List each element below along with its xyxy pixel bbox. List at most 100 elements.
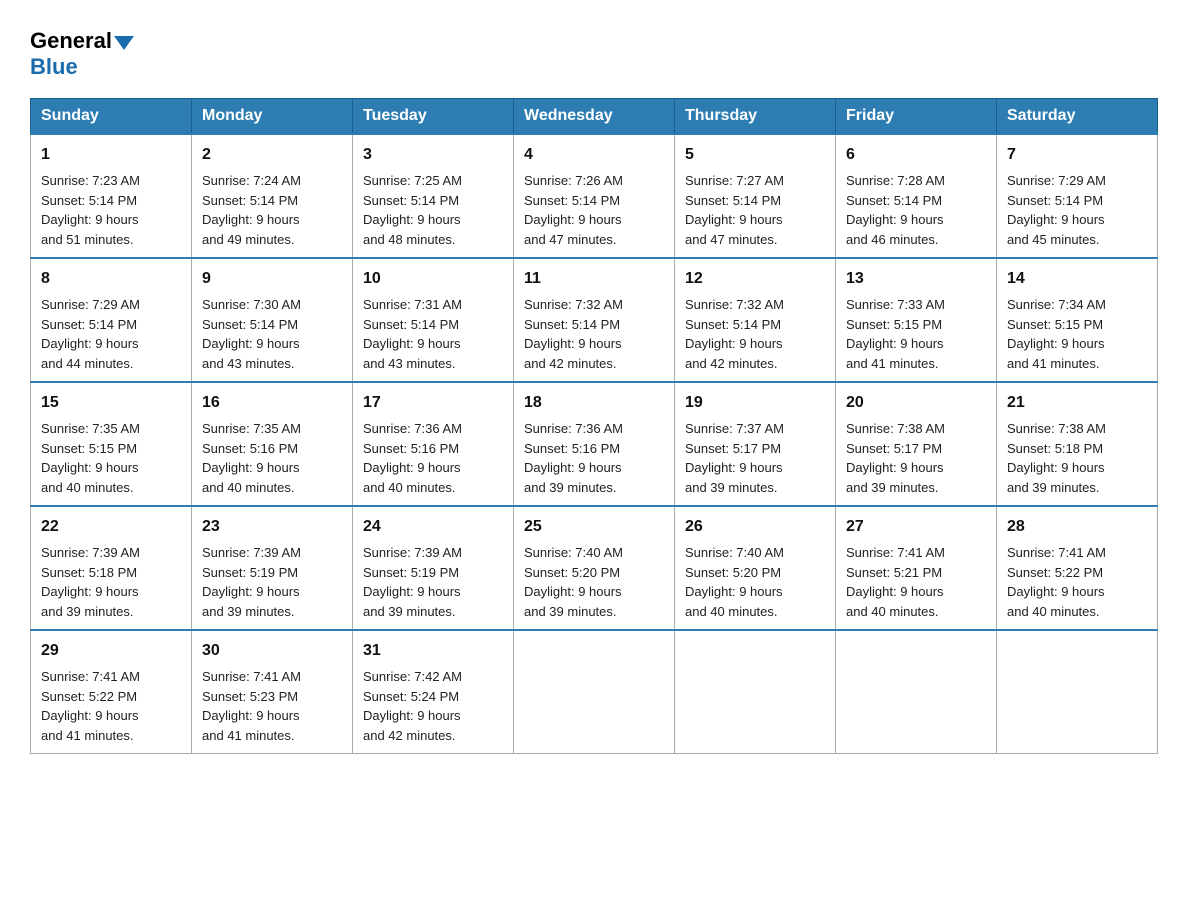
calendar-cell: 9 Sunrise: 7:30 AMSunset: 5:14 PMDaylight…: [192, 258, 353, 382]
logo-blue-text: Blue: [30, 54, 78, 80]
day-info: Sunrise: 7:28 AMSunset: 5:14 PMDaylight:…: [846, 171, 986, 249]
day-number: 3: [363, 143, 503, 167]
calendar-cell: 2Sunrise: 7:24 AMSunset: 5:14 PMDaylight…: [192, 134, 353, 258]
day-number: 11: [524, 267, 664, 291]
day-info: Sunrise: 7:34 AMSunset: 5:15 PMDaylight:…: [1007, 295, 1147, 373]
day-number: 8: [41, 267, 181, 291]
day-info: Sunrise: 7:36 AMSunset: 5:16 PMDaylight:…: [524, 419, 664, 497]
calendar-cell: [675, 630, 836, 754]
day-info: Sunrise: 7:42 AMSunset: 5:24 PMDaylight:…: [363, 667, 503, 745]
day-info: Sunrise: 7:37 AMSunset: 5:17 PMDaylight:…: [685, 419, 825, 497]
calendar-cell: 6 Sunrise: 7:28 AMSunset: 5:14 PMDaylight…: [836, 134, 997, 258]
col-header-friday: Friday: [836, 99, 997, 135]
day-info: Sunrise: 7:30 AMSunset: 5:14 PMDaylight:…: [202, 295, 342, 373]
col-header-saturday: Saturday: [997, 99, 1158, 135]
day-info: Sunrise: 7:41 AMSunset: 5:23 PMDaylight:…: [202, 667, 342, 745]
calendar-cell: 31Sunrise: 7:42 AMSunset: 5:24 PMDayligh…: [353, 630, 514, 754]
day-info: Sunrise: 7:35 AMSunset: 5:16 PMDaylight:…: [202, 419, 342, 497]
week-row-1: 1Sunrise: 7:23 AMSunset: 5:14 PMDaylight…: [31, 134, 1158, 258]
logo-general-text: General: [30, 28, 112, 54]
day-info: Sunrise: 7:24 AMSunset: 5:14 PMDaylight:…: [202, 171, 342, 249]
day-info: Sunrise: 7:29 AMSunset: 5:14 PMDaylight:…: [41, 295, 181, 373]
day-number: 28: [1007, 515, 1147, 539]
calendar-cell: 14Sunrise: 7:34 AMSunset: 5:15 PMDayligh…: [997, 258, 1158, 382]
page-header: General Blue: [30, 24, 1158, 80]
calendar-cell: 28 Sunrise: 7:41 AMSunset: 5:22 PMDayligh…: [997, 506, 1158, 630]
calendar-cell: 21 Sunrise: 7:38 AMSunset: 5:18 PMDayligh…: [997, 382, 1158, 506]
calendar-cell: 24 Sunrise: 7:39 AMSunset: 5:19 PMDayligh…: [353, 506, 514, 630]
day-number: 24: [363, 515, 503, 539]
logo-arrow-icon: [114, 36, 134, 50]
calendar-cell: [997, 630, 1158, 754]
calendar-cell: 16 Sunrise: 7:35 AMSunset: 5:16 PMDayligh…: [192, 382, 353, 506]
day-info: Sunrise: 7:32 AMSunset: 5:14 PMDaylight:…: [685, 295, 825, 373]
col-header-monday: Monday: [192, 99, 353, 135]
day-number: 19: [685, 391, 825, 415]
day-info: Sunrise: 7:39 AMSunset: 5:19 PMDaylight:…: [202, 543, 342, 621]
day-info: Sunrise: 7:39 AMSunset: 5:18 PMDaylight:…: [41, 543, 181, 621]
day-info: Sunrise: 7:26 AMSunset: 5:14 PMDaylight:…: [524, 171, 664, 249]
logo: General Blue: [30, 24, 134, 80]
calendar-cell: 26 Sunrise: 7:40 AMSunset: 5:20 PMDayligh…: [675, 506, 836, 630]
day-number: 29: [41, 639, 181, 663]
calendar-cell: 17Sunrise: 7:36 AMSunset: 5:16 PMDayligh…: [353, 382, 514, 506]
day-number: 23: [202, 515, 342, 539]
week-row-3: 15 Sunrise: 7:35 AMSunset: 5:15 PMDayligh…: [31, 382, 1158, 506]
calendar-cell: [514, 630, 675, 754]
day-number: 16: [202, 391, 342, 415]
day-info: Sunrise: 7:27 AMSunset: 5:14 PMDaylight:…: [685, 171, 825, 249]
calendar-cell: 4 Sunrise: 7:26 AMSunset: 5:14 PMDaylight…: [514, 134, 675, 258]
day-info: Sunrise: 7:33 AMSunset: 5:15 PMDaylight:…: [846, 295, 986, 373]
day-number: 13: [846, 267, 986, 291]
day-number: 4: [524, 143, 664, 167]
calendar-cell: 23 Sunrise: 7:39 AMSunset: 5:19 PMDayligh…: [192, 506, 353, 630]
calendar-cell: 10Sunrise: 7:31 AMSunset: 5:14 PMDayligh…: [353, 258, 514, 382]
col-header-tuesday: Tuesday: [353, 99, 514, 135]
day-info: Sunrise: 7:31 AMSunset: 5:14 PMDaylight:…: [363, 295, 503, 373]
day-number: 26: [685, 515, 825, 539]
day-info: Sunrise: 7:41 AMSunset: 5:22 PMDaylight:…: [1007, 543, 1147, 621]
day-number: 6: [846, 143, 986, 167]
calendar-cell: 7 Sunrise: 7:29 AMSunset: 5:14 PMDaylight…: [997, 134, 1158, 258]
day-info: Sunrise: 7:29 AMSunset: 5:14 PMDaylight:…: [1007, 171, 1147, 249]
day-number: 27: [846, 515, 986, 539]
day-info: Sunrise: 7:38 AMSunset: 5:18 PMDaylight:…: [1007, 419, 1147, 497]
col-header-wednesday: Wednesday: [514, 99, 675, 135]
calendar-cell: 1Sunrise: 7:23 AMSunset: 5:14 PMDaylight…: [31, 134, 192, 258]
col-header-sunday: Sunday: [31, 99, 192, 135]
day-info: Sunrise: 7:39 AMSunset: 5:19 PMDaylight:…: [363, 543, 503, 621]
calendar-cell: 5 Sunrise: 7:27 AMSunset: 5:14 PMDaylight…: [675, 134, 836, 258]
day-info: Sunrise: 7:41 AMSunset: 5:22 PMDaylight:…: [41, 667, 181, 745]
day-number: 12: [685, 267, 825, 291]
calendar-cell: 22 Sunrise: 7:39 AMSunset: 5:18 PMDayligh…: [31, 506, 192, 630]
calendar-cell: 11 Sunrise: 7:32 AMSunset: 5:14 PMDayligh…: [514, 258, 675, 382]
day-info: Sunrise: 7:35 AMSunset: 5:15 PMDaylight:…: [41, 419, 181, 497]
day-info: Sunrise: 7:41 AMSunset: 5:21 PMDaylight:…: [846, 543, 986, 621]
calendar-cell: 27 Sunrise: 7:41 AMSunset: 5:21 PMDayligh…: [836, 506, 997, 630]
day-number: 22: [41, 515, 181, 539]
day-number: 5: [685, 143, 825, 167]
day-number: 7: [1007, 143, 1147, 167]
day-info: Sunrise: 7:40 AMSunset: 5:20 PMDaylight:…: [685, 543, 825, 621]
day-number: 15: [41, 391, 181, 415]
day-number: 18: [524, 391, 664, 415]
day-info: Sunrise: 7:32 AMSunset: 5:14 PMDaylight:…: [524, 295, 664, 373]
day-number: 9: [202, 267, 342, 291]
calendar-cell: 3 Sunrise: 7:25 AMSunset: 5:14 PMDaylight…: [353, 134, 514, 258]
calendar-cell: 30 Sunrise: 7:41 AMSunset: 5:23 PMDayligh…: [192, 630, 353, 754]
calendar-cell: 25Sunrise: 7:40 AMSunset: 5:20 PMDayligh…: [514, 506, 675, 630]
col-header-thursday: Thursday: [675, 99, 836, 135]
day-number: 1: [41, 143, 181, 167]
calendar-cell: 12 Sunrise: 7:32 AMSunset: 5:14 PMDayligh…: [675, 258, 836, 382]
day-info: Sunrise: 7:40 AMSunset: 5:20 PMDaylight:…: [524, 543, 664, 621]
day-info: Sunrise: 7:36 AMSunset: 5:16 PMDaylight:…: [363, 419, 503, 497]
day-info: Sunrise: 7:38 AMSunset: 5:17 PMDaylight:…: [846, 419, 986, 497]
day-info: Sunrise: 7:25 AMSunset: 5:14 PMDaylight:…: [363, 171, 503, 249]
calendar-cell: 8 Sunrise: 7:29 AMSunset: 5:14 PMDaylight…: [31, 258, 192, 382]
calendar-cell: 20Sunrise: 7:38 AMSunset: 5:17 PMDayligh…: [836, 382, 997, 506]
day-number: 30: [202, 639, 342, 663]
calendar-header-row: SundayMondayTuesdayWednesdayThursdayFrid…: [31, 99, 1158, 135]
day-number: 21: [1007, 391, 1147, 415]
week-row-2: 8 Sunrise: 7:29 AMSunset: 5:14 PMDaylight…: [31, 258, 1158, 382]
calendar-cell: 29 Sunrise: 7:41 AMSunset: 5:22 PMDayligh…: [31, 630, 192, 754]
